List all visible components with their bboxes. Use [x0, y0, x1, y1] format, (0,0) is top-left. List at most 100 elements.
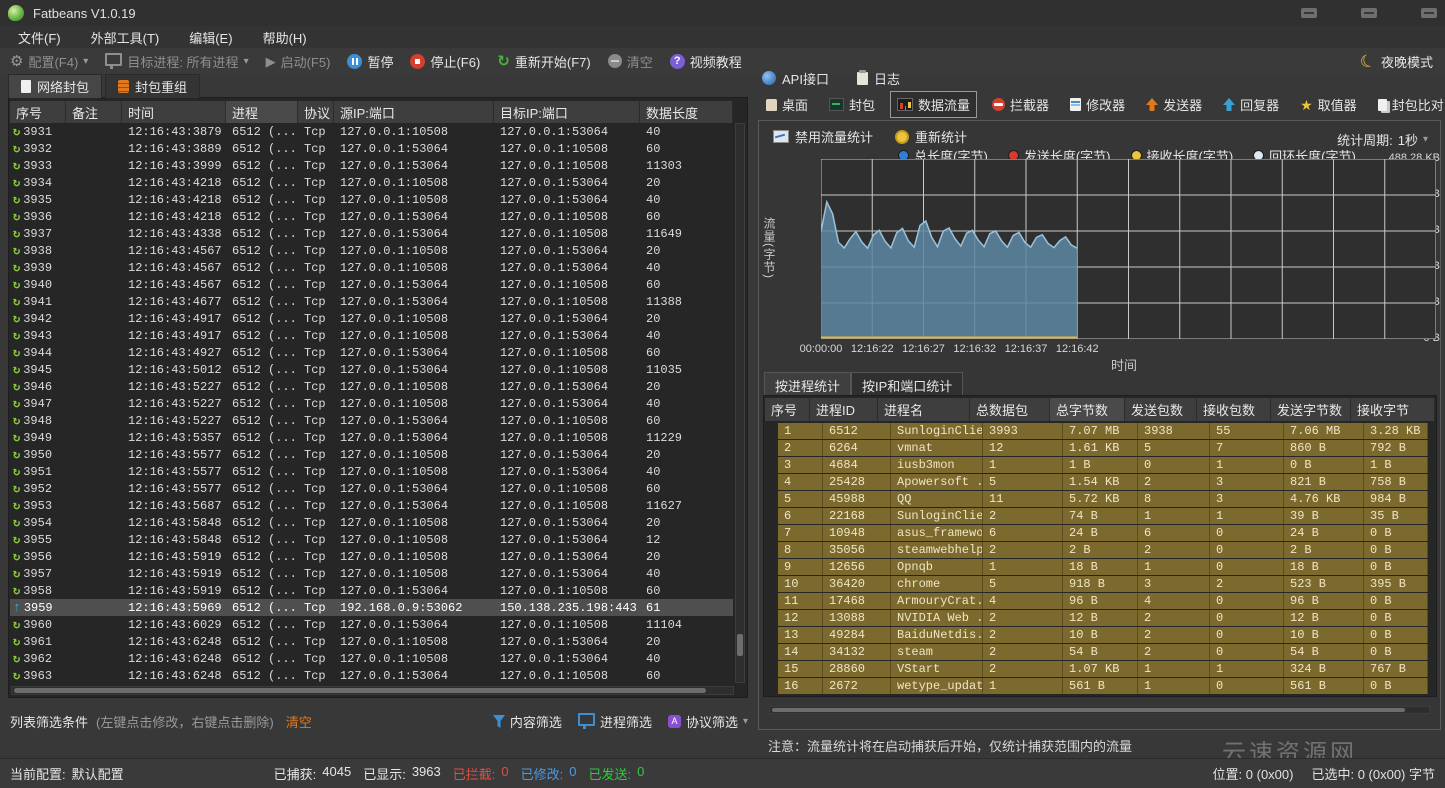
col-no[interactable]: 序号 — [10, 101, 66, 123]
packet-row[interactable]: ↻395312:16:43:56876512 (...Tcp127.0.0.1:… — [10, 497, 733, 514]
tab-value-extractor[interactable]: ★取值器 — [1294, 92, 1363, 117]
packet-row[interactable]: ↻393212:16:43:38896512 (...Tcp127.0.0.1:… — [10, 140, 733, 157]
restart-button[interactable]: ↻ 重新开始(F7) — [497, 52, 590, 71]
packet-row[interactable]: ↻394612:16:43:52276512 (...Tcp127.0.0.1:… — [10, 378, 733, 395]
packet-row[interactable]: ↻396012:16:43:60296512 (...Tcp127.0.0.1:… — [10, 616, 733, 633]
col-total-packets[interactable]: 总数据包 — [970, 398, 1050, 421]
vertical-scrollbar[interactable] — [735, 123, 745, 683]
tab-network-packets[interactable]: 网络封包 — [8, 74, 102, 98]
menu-edit[interactable]: 编辑(E) — [189, 28, 232, 47]
tab-packet-compare[interactable]: 封包比对 — [1372, 92, 1445, 117]
menu-help[interactable]: 帮助(H) — [263, 28, 307, 47]
stats-row[interactable]: 1213088NVIDIA Web ...212 B2012 B0 B — [778, 610, 1428, 626]
config-button[interactable]: ⚙ 配置(F4) ▾ — [10, 52, 88, 71]
tab-modifier[interactable]: 修改器 — [1064, 92, 1131, 117]
col-dst-ip-port[interactable]: 目标IP:端口 — [494, 101, 640, 123]
packet-row[interactable]: ↻394712:16:43:52276512 (...Tcp127.0.0.1:… — [10, 395, 733, 412]
packet-row[interactable]: ↻394412:16:43:49276512 (...Tcp127.0.0.1:… — [10, 344, 733, 361]
protocol-filter-button[interactable]: 协议筛选 ▾ — [668, 712, 748, 731]
minimize-button[interactable] — [1301, 8, 1317, 18]
night-mode-toggle[interactable]: ☾ 夜晚模式 — [1360, 52, 1433, 71]
packet-row[interactable]: ↻395112:16:43:55776512 (...Tcp127.0.0.1:… — [10, 463, 733, 480]
packet-row[interactable]: ↻394912:16:43:53576512 (...Tcp127.0.0.1:… — [10, 429, 733, 446]
packet-row[interactable]: ↻393812:16:43:45676512 (...Tcp127.0.0.1:… — [10, 242, 733, 259]
start-button[interactable]: ▶ 启动(F5) — [266, 52, 331, 71]
packet-row[interactable]: ↑395912:16:43:59696512 (...Tcp192.168.0.… — [10, 599, 733, 616]
stats-row[interactable]: 26264vmnat121.61 KB57860 B792 B — [778, 440, 1428, 456]
scrollbar-thumb[interactable] — [14, 688, 706, 693]
stats-row[interactable]: 622168SunloginClient274 B1139 B35 B — [778, 508, 1428, 524]
packet-row[interactable]: ↻393412:16:43:42186512 (...Tcp127.0.0.1:… — [10, 174, 733, 191]
col-data-length[interactable]: 数据长度 — [640, 101, 733, 123]
packet-row[interactable]: ↻395812:16:43:59196512 (...Tcp127.0.0.1:… — [10, 582, 733, 599]
stats-row[interactable]: 1528860VStart21.07 KB11324 B767 B — [778, 661, 1428, 677]
horizontal-scrollbar[interactable] — [11, 686, 734, 695]
scrollbar-thumb[interactable] — [772, 708, 1405, 712]
packet-row[interactable]: ↻396212:16:43:62486512 (...Tcp127.0.0.1:… — [10, 650, 733, 667]
process-filter-button[interactable]: 进程筛选 — [578, 712, 652, 731]
recount-button[interactable]: 重新统计 — [895, 127, 967, 146]
scrollbar-thumb[interactable] — [737, 634, 743, 656]
packet-row[interactable]: ↻396112:16:43:62486512 (...Tcp127.0.0.1:… — [10, 633, 733, 650]
packet-row[interactable]: ↻394012:16:43:45676512 (...Tcp127.0.0.1:… — [10, 276, 733, 293]
menu-external-tools[interactable]: 外部工具(T) — [91, 28, 160, 47]
packet-row[interactable]: ↻395212:16:43:55776512 (...Tcp127.0.0.1:… — [10, 480, 733, 497]
log-link[interactable]: 日志 — [857, 69, 900, 88]
stats-row[interactable]: 710948asus_framework624 B6024 B0 B — [778, 525, 1428, 541]
packet-row[interactable]: ↻393312:16:43:39996512 (...Tcp127.0.0.1:… — [10, 157, 733, 174]
packet-row[interactable]: ↻395612:16:43:59196512 (...Tcp127.0.0.1:… — [10, 548, 733, 565]
close-button[interactable] — [1421, 8, 1437, 18]
stats-row[interactable]: 835056steamwebhelper22 B202 B0 B — [778, 542, 1428, 558]
packet-row[interactable]: ↻395412:16:43:58486512 (...Tcp127.0.0.1:… — [10, 514, 733, 531]
packet-row[interactable]: ↻394512:16:43:50126512 (...Tcp127.0.0.1:… — [10, 361, 733, 378]
packet-row[interactable]: ↻394112:16:43:46776512 (...Tcp127.0.0.1:… — [10, 293, 733, 310]
tab-sender[interactable]: 发送器 — [1140, 92, 1208, 117]
pause-button[interactable]: 暂停 — [347, 52, 393, 71]
stats-row[interactable]: 34684iusb3mon11 B010 B1 B — [778, 457, 1428, 473]
tab-data-traffic[interactable]: 数据流量 — [890, 91, 977, 118]
stop-button[interactable]: 停止(F6) — [410, 52, 480, 71]
col-recv-bytes[interactable]: 接收字节 — [1351, 398, 1435, 421]
col-process[interactable]: 进程 — [226, 101, 298, 123]
tab-desktop[interactable]: 桌面 — [760, 92, 814, 117]
stats-row[interactable]: 425428Apowersoft ...51.54 KB23821 B758 B — [778, 474, 1428, 490]
target-process-selector[interactable]: 目标进程: 所有进程 ▾ — [105, 52, 248, 71]
col-protocol[interactable]: 协议 — [298, 101, 334, 123]
video-tutorial-button[interactable]: ? 视频教程 — [670, 52, 742, 71]
clear-button[interactable]: 清空 — [608, 52, 653, 71]
stats-row[interactable]: 912656Opnqb118 B1018 B0 B — [778, 559, 1428, 575]
col-note[interactable]: 备注 — [66, 101, 122, 123]
content-filter-button[interactable]: 内容筛选 — [493, 712, 562, 731]
col-sent-bytes[interactable]: 发送字节数 — [1271, 398, 1351, 421]
disable-traffic-stats-button[interactable]: 禁用流量统计 — [773, 127, 873, 146]
stats-row[interactable]: 1117468ArmouryCrat...496 B4096 B0 B — [778, 593, 1428, 609]
col-recv-packets[interactable]: 接收包数 — [1197, 398, 1271, 421]
col-no[interactable]: 序号 — [765, 398, 810, 421]
packet-row[interactable]: ↻393512:16:43:42186512 (...Tcp127.0.0.1:… — [10, 191, 733, 208]
packet-row[interactable]: ↻394212:16:43:49176512 (...Tcp127.0.0.1:… — [10, 310, 733, 327]
col-src-ip-port[interactable]: 源IP:端口 — [334, 101, 494, 123]
packet-row[interactable]: ↻394812:16:43:52276512 (...Tcp127.0.0.1:… — [10, 412, 733, 429]
api-link[interactable]: API接口 — [762, 69, 829, 88]
packet-row[interactable]: ↻393112:16:43:38796512 (...Tcp127.0.0.1:… — [10, 123, 733, 140]
stats-row[interactable]: 1434132steam254 B2054 B0 B — [778, 644, 1428, 660]
col-time[interactable]: 时间 — [122, 101, 226, 123]
stats-row[interactable]: 16512SunloginClient39937.07 MB3938557.06… — [778, 423, 1428, 439]
stats-row[interactable]: 1036420chrome5918 B32523 B395 B — [778, 576, 1428, 592]
stats-horizontal-scrollbar[interactable] — [769, 706, 1430, 714]
packet-row[interactable]: ↻395712:16:43:59196512 (...Tcp127.0.0.1:… — [10, 565, 733, 582]
tab-packet[interactable]: 封包 — [823, 92, 881, 117]
stats-row[interactable]: 1349284BaiduNetdis...210 B2010 B0 B — [778, 627, 1428, 643]
tab-replier[interactable]: 回复器 — [1217, 92, 1285, 117]
stats-row[interactable]: 545988QQ115.72 KB834.76 KB984 B — [778, 491, 1428, 507]
packet-row[interactable]: ↻395012:16:43:55776512 (...Tcp127.0.0.1:… — [10, 446, 733, 463]
packet-row[interactable]: ↻393912:16:43:45676512 (...Tcp127.0.0.1:… — [10, 259, 733, 276]
tab-packet-reassembly[interactable]: 封包重组 — [105, 74, 200, 98]
tab-interceptor[interactable]: 拦截器 — [986, 92, 1055, 117]
packet-row[interactable]: ↻393612:16:43:42186512 (...Tcp127.0.0.1:… — [10, 208, 733, 225]
col-total-bytes[interactable]: 总字节数 — [1050, 398, 1125, 421]
menu-file[interactable]: 文件(F) — [18, 28, 61, 47]
packet-row[interactable]: ↻396312:16:43:62486512 (...Tcp127.0.0.1:… — [10, 667, 733, 683]
maximize-button[interactable] — [1361, 8, 1377, 18]
col-process-id[interactable]: 进程ID — [810, 398, 878, 421]
